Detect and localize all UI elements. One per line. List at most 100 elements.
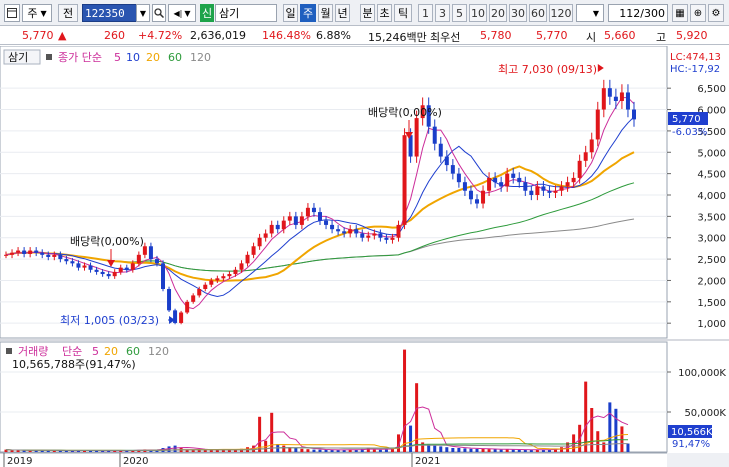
volume-settings-icon[interactable] [6, 348, 12, 354]
candle-body [221, 276, 226, 279]
search-button[interactable] [152, 4, 166, 22]
ask-price: 5,780 [480, 29, 512, 42]
candle-body [438, 143, 443, 157]
stock-chart[interactable]: 6,5006,0005,5005,0004,5004,0003,5003,000… [0, 46, 729, 467]
period-month-button[interactable]: 월 [318, 4, 333, 22]
indicator-settings-icon[interactable] [46, 54, 52, 60]
candle-body [34, 250, 39, 253]
high-label: 고 [656, 31, 667, 44]
volume-bar [560, 447, 564, 452]
candle-body [227, 274, 232, 277]
candle-body [450, 165, 455, 174]
trade-volume: 2,636,019 [190, 29, 246, 42]
candle-body [311, 207, 316, 213]
window-icon [7, 8, 17, 18]
interval-60-button[interactable]: 60 [529, 4, 547, 22]
stock-name-field[interactable]: 삼기 [215, 4, 277, 22]
interval-3-button[interactable]: 3 [435, 4, 450, 22]
hc-label: HC:-17,92 [670, 64, 720, 75]
ma60-legend: 60 [168, 51, 182, 64]
candle-body [378, 233, 383, 238]
volume-bar [596, 431, 600, 452]
volume-bar [457, 448, 461, 452]
candle-body [619, 92, 624, 101]
candle-body [167, 289, 172, 311]
period-year-button[interactable]: 년 [335, 4, 350, 22]
chevron-down-icon: ▼ [40, 8, 47, 18]
candle-body [299, 216, 304, 225]
interval-10-button[interactable]: 10 [469, 4, 487, 22]
volume-bar [475, 448, 479, 452]
candle-body [82, 265, 87, 268]
ma20-legend: 20 [146, 51, 160, 64]
period-second-button[interactable]: 초 [377, 4, 392, 22]
candle-body [342, 231, 347, 234]
volume-tag-label: 10,566K [671, 427, 713, 438]
chart-menu-icon[interactable] [4, 4, 20, 22]
candle-body [40, 252, 45, 255]
gear-icon: ⚙ [711, 7, 721, 19]
candle-body [154, 259, 159, 264]
candle-body [94, 269, 99, 272]
interval-5-button[interactable]: 5 [452, 4, 467, 22]
candle-body [197, 289, 202, 296]
settings-button[interactable]: ⚙ [708, 4, 724, 22]
volume-bar [487, 449, 491, 452]
x-tick-label: 2020 [123, 456, 148, 467]
candle-body [390, 237, 395, 240]
prev-next-stock-button[interactable]: ◀| ▼ [168, 4, 196, 22]
candle-body [336, 229, 341, 232]
volume-bar [318, 449, 322, 452]
interval-20-button[interactable]: 20 [489, 4, 507, 22]
period-tick-button[interactable]: 틱 [394, 4, 412, 22]
candle-body [70, 261, 75, 264]
candle-body [384, 237, 389, 240]
zoom-button[interactable]: ⊕ [690, 4, 706, 22]
y-tick-label: 1,500 [697, 298, 726, 309]
period-day-button[interactable]: 일 [283, 4, 298, 22]
open-price: 5,660 [604, 29, 636, 42]
volume-bar [300, 448, 304, 452]
y-tick-label: 6,500 [697, 84, 726, 95]
bar-count-field[interactable]: 112/300 [608, 4, 668, 22]
candle-body [251, 246, 256, 255]
volume-bar [324, 450, 328, 452]
volume-tick-label: 100,000K [678, 368, 726, 379]
candle-body [179, 312, 184, 323]
period-week-button[interactable]: 주 [300, 4, 316, 22]
period-minute-button[interactable]: 분 [360, 4, 375, 22]
interval-30-button[interactable]: 30 [509, 4, 527, 22]
market-select[interactable]: 주 ▼ [22, 4, 52, 22]
candle-body [414, 118, 419, 157]
custom-interval-select[interactable]: ▼ [576, 4, 604, 22]
ma5-legend: 5 [114, 51, 121, 64]
stock-code-input[interactable]: 122350 [82, 4, 138, 22]
candle-body [456, 173, 461, 183]
code-dropdown-button[interactable]: ▼ [136, 4, 150, 22]
candle-body [475, 199, 479, 204]
candle-body [191, 295, 196, 302]
all-market-button[interactable]: 전 [58, 4, 78, 22]
candle-body [4, 254, 8, 256]
candle-body [493, 177, 498, 183]
candle-body [130, 263, 135, 270]
candle-body [396, 224, 401, 238]
candle-body [173, 310, 178, 323]
dividend-annotation-2021: 배당락(0,00%) [368, 106, 442, 119]
candle-body [203, 284, 208, 289]
candle-body [547, 190, 552, 193]
candle-body [112, 271, 117, 277]
candle-body [209, 280, 214, 285]
current-price: 5,770 [22, 29, 54, 42]
turnover-rate: 6.88% [316, 29, 351, 42]
grid-settings-button[interactable]: ▦ [672, 4, 688, 22]
volume-bar [445, 447, 449, 452]
volume-bar [517, 449, 521, 452]
candle-body [124, 267, 129, 270]
candle-body [559, 186, 564, 191]
interval-1-button[interactable]: 1 [418, 4, 433, 22]
new-listing-badge: 신 [200, 4, 214, 22]
volume-bar [499, 449, 503, 452]
interval-120-button[interactable]: 120 [549, 4, 573, 22]
y-tick-label: 2,000 [697, 276, 726, 287]
